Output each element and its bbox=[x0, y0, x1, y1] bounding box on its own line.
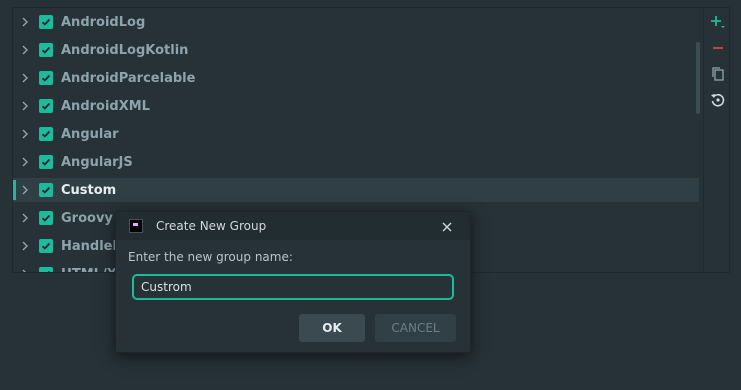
chevron-right-icon[interactable] bbox=[21, 73, 31, 83]
group-name-prompt: Enter the new group name: bbox=[128, 250, 293, 264]
plus-dropdown-icon bbox=[711, 16, 725, 28]
create-group-dialog: Create New Group Enter the new group nam… bbox=[115, 211, 471, 353]
ok-button[interactable]: OK bbox=[299, 314, 365, 342]
chevron-right-icon[interactable] bbox=[21, 213, 31, 223]
chevron-right-icon[interactable] bbox=[21, 17, 31, 27]
vertical-scrollbar[interactable] bbox=[696, 42, 700, 114]
add-button[interactable] bbox=[709, 13, 727, 31]
group-checkbox[interactable] bbox=[39, 127, 53, 141]
close-icon bbox=[442, 222, 452, 232]
checkmark-icon bbox=[41, 186, 51, 194]
group-checkbox[interactable] bbox=[39, 43, 53, 57]
template-group-row[interactable]: AndroidXML bbox=[13, 94, 699, 118]
dialog-title: Create New Group bbox=[156, 219, 267, 233]
app-icon bbox=[129, 219, 143, 233]
template-group-row[interactable]: AndroidParcelable bbox=[13, 66, 699, 90]
chevron-right-icon[interactable] bbox=[21, 157, 31, 167]
group-checkbox[interactable] bbox=[39, 155, 53, 169]
group-label: AndroidXML bbox=[61, 98, 150, 114]
group-checkbox[interactable] bbox=[39, 267, 53, 272]
checkmark-icon bbox=[47, 270, 51, 272]
group-checkbox[interactable] bbox=[39, 71, 53, 85]
chevron-right-icon[interactable] bbox=[21, 129, 31, 139]
template-group-row[interactable]: AndroidLogKotlin bbox=[13, 38, 699, 62]
checkmark-icon bbox=[41, 18, 51, 26]
group-checkbox[interactable] bbox=[39, 211, 53, 225]
minus-icon bbox=[713, 47, 723, 49]
chevron-right-icon[interactable] bbox=[21, 241, 31, 251]
group-label: Custom bbox=[61, 182, 117, 198]
chevron-right-icon[interactable] bbox=[21, 185, 31, 195]
side-toolbar bbox=[703, 8, 729, 272]
checkmark-icon bbox=[41, 46, 51, 54]
checkmark-icon bbox=[41, 102, 51, 110]
checkmark-icon bbox=[41, 158, 51, 166]
cancel-button[interactable]: CANCEL bbox=[375, 314, 456, 342]
group-checkbox[interactable] bbox=[39, 239, 53, 253]
restore-defaults-button[interactable] bbox=[709, 91, 727, 109]
template-group-row[interactable]: AngularJS bbox=[13, 150, 699, 174]
group-label: AndroidParcelable bbox=[61, 70, 196, 86]
checkmark-icon bbox=[41, 130, 51, 138]
checkmark-icon bbox=[41, 242, 51, 250]
checkmark-icon bbox=[41, 214, 51, 222]
remove-button[interactable] bbox=[709, 39, 727, 57]
copy-button[interactable] bbox=[709, 65, 727, 83]
chevron-right-icon[interactable] bbox=[21, 269, 31, 272]
group-label: AndroidLogKotlin bbox=[61, 42, 189, 58]
template-group-row[interactable]: AndroidLog bbox=[13, 10, 699, 34]
template-group-row[interactable]: Custom bbox=[13, 178, 699, 202]
group-label: Groovy bbox=[61, 210, 113, 226]
group-label: Angular bbox=[61, 126, 119, 142]
group-checkbox[interactable] bbox=[39, 15, 53, 29]
restore-icon bbox=[711, 93, 725, 107]
group-label: AndroidLog bbox=[61, 14, 146, 30]
group-checkbox[interactable] bbox=[39, 99, 53, 113]
dialog-title-bar[interactable]: Create New Group bbox=[116, 212, 470, 240]
close-button[interactable] bbox=[440, 219, 454, 233]
group-checkbox[interactable] bbox=[39, 183, 53, 197]
template-group-row[interactable]: Angular bbox=[13, 122, 699, 146]
group-name-input[interactable] bbox=[132, 274, 454, 300]
copy-icon bbox=[712, 67, 724, 81]
checkmark-icon bbox=[41, 74, 51, 82]
chevron-right-icon[interactable] bbox=[21, 45, 31, 55]
chevron-right-icon[interactable] bbox=[21, 101, 31, 111]
group-label: AngularJS bbox=[61, 154, 133, 170]
